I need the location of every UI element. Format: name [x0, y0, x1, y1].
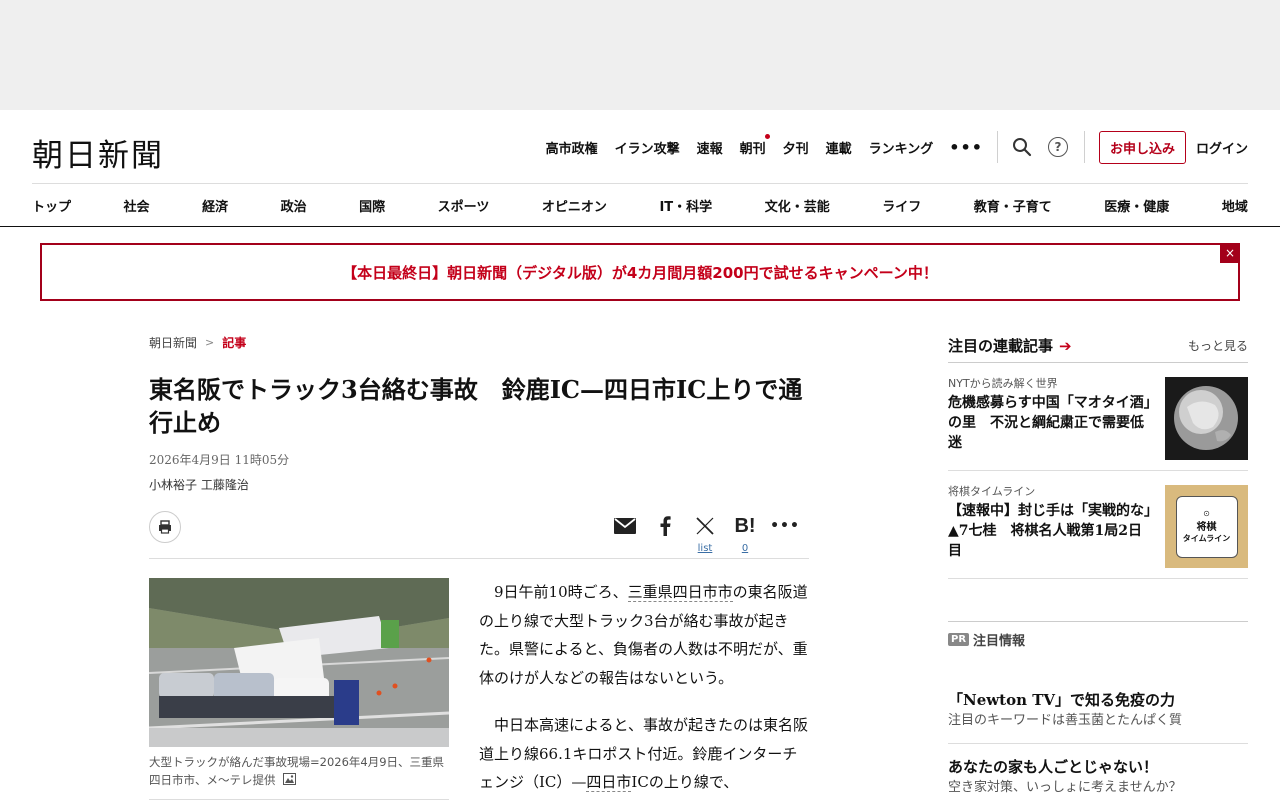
more-icon: •••	[770, 518, 800, 534]
pr-heading: 注目情報	[973, 634, 1026, 649]
share-more[interactable]: •••	[765, 513, 805, 555]
paragraph: 9日午前10時ごろ、三重県四日市市の東名阪道の上り線で大型トラック3台が絡む事故…	[479, 583, 808, 687]
category-culture[interactable]: 文化・芸能	[765, 196, 830, 215]
pr-item[interactable]: 「Newton TV」で知る免疫の力 注目のキーワードは善玉菌とたんぱく質	[948, 689, 1248, 731]
pr-section: PR 注目情報 「Newton TV」で知る免疫の力 注目のキーワードは善玉菌と…	[948, 621, 1248, 798]
series-item[interactable]: 将棋タイムライン 【速報中】封じ手は「実戦的な」▲7七桂 将棋名人戦第1局2日目…	[948, 471, 1248, 579]
topnav-item-series[interactable]: 連載	[826, 138, 852, 157]
topnav-item-iran[interactable]: イラン攻撃	[615, 138, 680, 157]
category-top[interactable]: トップ	[32, 196, 71, 215]
category-nav: トップ 社会 経済 政治 国際 スポーツ オピニオン IT・科学 文化・芸能 ラ…	[32, 183, 1248, 227]
share-x[interactable]: list	[685, 513, 725, 555]
close-icon[interactable]: ×	[1220, 243, 1240, 263]
paragraph: 中日本高速によると、事故が起きたのは東名阪道上り線66.1キロポスト付近。鈴鹿イ…	[479, 716, 808, 792]
category-it-science[interactable]: IT・科学	[659, 196, 712, 215]
category-education[interactable]: 教育・子育て	[974, 196, 1052, 215]
share-hatena[interactable]: B! 0	[725, 513, 765, 555]
topnav-item-morning[interactable]: 朝刊	[740, 133, 770, 157]
x-icon	[696, 513, 714, 539]
series-kicker: NYTから読み解く世界	[948, 377, 1058, 390]
breadcrumb: 朝日新聞 > 記事	[149, 334, 809, 351]
topnav-item-evening[interactable]: 夕刊	[783, 138, 809, 157]
shogi-timeline-icon[interactable]: ⊙ 将棋 タイムライン	[1165, 485, 1248, 568]
divider	[1083, 131, 1085, 163]
featured-series-heading[interactable]: 注目の連載記事 ➔	[948, 335, 1072, 356]
pr-item[interactable]: あなたの家も人ごとじゃない！ 空き家対策、いっしょに考えませんか？	[948, 743, 1248, 798]
pr-title[interactable]: 「Newton TV」で知る免疫の力	[948, 689, 1248, 711]
breadcrumb-current[interactable]: 記事	[222, 334, 246, 351]
article-photo: 大型トラックが絡んだ事故現場=2026年4月9日、三重県四日市市、メ～テレ提供	[149, 578, 449, 800]
category-international[interactable]: 国際	[359, 196, 385, 215]
place-link-yokkaichi[interactable]: 四日市	[586, 773, 632, 792]
site-logo[interactable]: 朝日新聞	[32, 130, 164, 175]
mail-icon	[614, 513, 636, 539]
search-icon[interactable]	[1010, 135, 1034, 159]
category-region[interactable]: 地域	[1222, 196, 1248, 215]
facebook-icon	[659, 513, 671, 539]
category-health[interactable]: 医療・健康	[1104, 196, 1169, 215]
divider	[996, 131, 998, 163]
top-nav: 高市政権 イラン攻撃 速報 朝刊 夕刊 連載 ランキング ••• ? お申し込み…	[529, 130, 1248, 164]
article-headline: 東名阪でトラック3台絡む事故 鈴鹿IC—四日市IC上りで通行止め	[149, 375, 803, 437]
article-byline: 小林裕子 工藤隆治	[149, 478, 249, 492]
share-facebook[interactable]	[645, 513, 685, 555]
place-link-yokkaichi-city[interactable]: 三重県四日市市	[627, 583, 733, 602]
category-society[interactable]: 社会	[124, 196, 150, 215]
pr-subtitle: 注目のキーワードは善玉菌とたんぱく質	[948, 713, 1183, 728]
article: 朝日新聞 > 記事 東名阪でトラック3台絡む事故 鈴鹿IC—四日市IC上りで通行…	[149, 334, 809, 800]
category-opinion[interactable]: オピニオン	[542, 196, 607, 215]
print-icon[interactable]	[149, 511, 181, 543]
photo-caption: 大型トラックが絡んだ事故現場=2026年4月9日、三重県四日市市、メ～テレ提供	[149, 753, 449, 790]
x-list-link[interactable]: list	[698, 543, 713, 555]
topnav-item-breaking[interactable]: 速報	[697, 138, 723, 157]
category-sports[interactable]: スポーツ	[438, 196, 490, 215]
share-bar: list B! 0 •••	[149, 511, 809, 559]
pr-title[interactable]: あなたの家も人ごとじゃない！	[948, 756, 1248, 778]
series-title[interactable]: 【速報中】封じ手は「実戦的な」▲7七桂 将棋名人戦第1局2日目	[948, 501, 1153, 561]
more-menu-icon[interactable]: •••	[949, 138, 983, 157]
arrow-right-icon: ➔	[1059, 336, 1072, 355]
series-item[interactable]: NYTから読み解く世界 危機感募らす中国「マオタイ酒」の里 不況と綱紀粛正で需要…	[948, 363, 1248, 471]
breadcrumb-home[interactable]: 朝日新聞	[149, 334, 197, 351]
see-more-link[interactable]: もっと見る	[1188, 337, 1248, 354]
topnav-item-takaichi[interactable]: 高市政権	[546, 138, 598, 157]
top-ad-area	[0, 0, 1280, 110]
article-body: 9日午前10時ごろ、三重県四日市市の東名阪道の上り線で大型トラック3台が絡む事故…	[479, 578, 809, 800]
series-title[interactable]: 危機感募らす中国「マオタイ酒」の里 不況と綱紀粛正で需要低迷	[948, 393, 1153, 453]
pr-subtitle: 空き家対策、いっしょに考えませんか？	[948, 780, 1182, 795]
image-gallery-icon[interactable]	[283, 772, 297, 790]
campaign-text[interactable]: 【本日最終日】朝日新聞（デジタル版）が4カ月間月額200円で試せるキャンペーン中…	[342, 262, 938, 283]
hatena-count[interactable]: 0	[742, 543, 748, 555]
share-mail[interactable]	[605, 513, 645, 555]
category-politics[interactable]: 政治	[281, 196, 307, 215]
article-date: 2026年4月9日 11時05分	[149, 453, 290, 467]
featured-series-sidebar: 注目の連載記事 ➔ もっと見る NYTから読み解く世界 危機感募らす中国「マオタイ…	[948, 334, 1248, 579]
globe-icon[interactable]	[1165, 377, 1248, 460]
hatena-bookmark-icon: B!	[734, 514, 756, 537]
clock-icon: ⊙	[1203, 509, 1210, 518]
share-icons: list B! 0 •••	[605, 513, 805, 555]
masthead: 朝日新聞 高市政権 イラン攻撃 速報 朝刊 夕刊 連載 ランキング ••• ? …	[0, 110, 1280, 184]
breadcrumb-separator: >	[205, 336, 215, 349]
subscribe-button[interactable]: お申し込み	[1098, 130, 1186, 164]
campaign-banner[interactable]: 【本日最終日】朝日新聞（デジタル版）が4カ月間月額200円で試せるキャンペーン中…	[40, 243, 1240, 301]
series-kicker: 将棋タイムライン	[948, 485, 1036, 498]
nav-divider	[0, 226, 1280, 227]
topnav-item-ranking[interactable]: ランキング	[869, 138, 934, 157]
pr-badge: PR	[948, 633, 970, 646]
category-economy[interactable]: 経済	[202, 196, 228, 215]
category-life[interactable]: ライフ	[882, 196, 921, 215]
accident-photo[interactable]	[149, 578, 449, 747]
help-icon[interactable]: ?	[1046, 135, 1070, 159]
login-link[interactable]: ログイン	[1196, 138, 1248, 157]
